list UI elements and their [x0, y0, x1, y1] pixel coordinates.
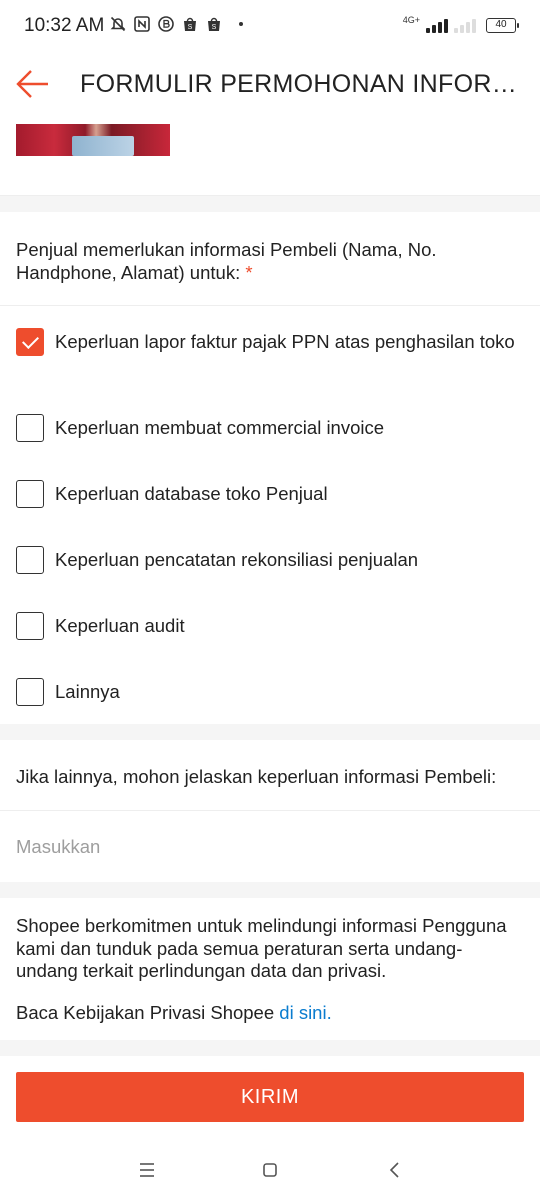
home-button[interactable]: [250, 1154, 290, 1186]
status-icons: S S: [110, 16, 222, 32]
option-label: Keperluan audit: [55, 615, 185, 636]
privacy-section: Shopee berkomitmen untuk melindungi info…: [0, 898, 540, 1040]
option-label: Keperluan pencatatan rekonsiliasi penjua…: [55, 549, 419, 570]
option-label: Keperluan database toko Penjual: [55, 483, 328, 504]
shopee-app-icon-2: S: [208, 17, 220, 31]
notifications-muted-icon: [110, 16, 126, 32]
battery-icon: 40: [486, 18, 519, 33]
other-reason-section: Jika lainnya, mohon jelaskan keperluan i…: [0, 740, 540, 882]
option-other[interactable]: Lainnya: [16, 678, 526, 706]
shopee-app-icon: S: [184, 17, 196, 31]
recent-apps-icon: [140, 1163, 154, 1177]
purpose-question: Penjual memerlukan informasi Pembeli (Na…: [16, 238, 516, 284]
submit-button[interactable]: KIRIM: [16, 1072, 524, 1122]
option-label: Keperluan membuat commercial invoice: [55, 417, 385, 438]
recent-apps-button[interactable]: [127, 1154, 167, 1186]
checkbox[interactable]: [16, 414, 44, 442]
status-right: 4G+ 40: [402, 15, 519, 33]
network-type: 4G+: [402, 15, 420, 25]
question-text: Penjual memerlukan informasi Pembeli (Na…: [16, 239, 437, 283]
uploaded-id-photo[interactable]: [16, 124, 170, 156]
other-reason-label: Jika lainnya, mohon jelaskan keperluan i…: [16, 766, 497, 787]
b-badge-icon: [158, 16, 174, 32]
svg-text:S: S: [212, 24, 217, 31]
system-back-button[interactable]: [375, 1154, 415, 1186]
option-label: Keperluan lapor faktur pajak PPN atas pe…: [55, 331, 515, 352]
option-reconciliation[interactable]: Keperluan pencatatan rekonsiliasi penjua…: [16, 546, 526, 574]
system-nav-bar: [0, 1142, 540, 1200]
footer: KIRIM: [0, 1056, 540, 1142]
privacy-policy-line: Baca Kebijakan Privasi Shopee di sini.: [16, 1002, 332, 1024]
dot-icon: [239, 22, 243, 26]
back-icon: [389, 1162, 399, 1178]
arrow-left-icon: [16, 70, 48, 98]
nfc-icon: [134, 16, 150, 32]
status-bar: 10:32 AM S S 4G+ 40: [0, 0, 540, 52]
page-title: FORMULIR PERMOHONAN INFORMASI PEMBELI: [80, 70, 520, 98]
signal-strength-2-icon: [454, 17, 476, 33]
option-label: Lainnya: [55, 681, 120, 702]
uploaded-photo-section: [0, 118, 540, 196]
other-reason-input[interactable]: [16, 832, 524, 862]
divider: [0, 810, 540, 811]
privacy-policy-prefix: Baca Kebijakan Privasi Shopee: [16, 1002, 280, 1023]
signal-strength-icon: [426, 17, 448, 33]
option-database[interactable]: Keperluan database toko Penjual: [16, 480, 526, 508]
purpose-question-section: Penjual memerlukan informasi Pembeli (Na…: [0, 212, 540, 724]
header: FORMULIR PERMOHONAN INFORMASI PEMBELI: [0, 52, 540, 118]
privacy-policy-link[interactable]: di sini.: [279, 1002, 331, 1023]
option-commercial-invoice[interactable]: Keperluan membuat commercial invoice: [16, 414, 526, 442]
status-time: 10:32 AM: [24, 15, 105, 36]
back-button[interactable]: [14, 66, 54, 102]
checkbox[interactable]: [16, 480, 44, 508]
checkbox[interactable]: [16, 612, 44, 640]
checkbox[interactable]: [16, 546, 44, 574]
option-audit[interactable]: Keperluan audit: [16, 612, 526, 640]
id-card-image: [72, 136, 134, 156]
checkbox[interactable]: [16, 678, 44, 706]
battery-level: 40: [495, 19, 507, 30]
required-mark: *: [245, 262, 253, 283]
divider: [0, 305, 540, 306]
checkbox-checked[interactable]: [16, 328, 44, 356]
privacy-statement: Shopee berkomitmen untuk melindungi info…: [16, 915, 507, 981]
svg-text:S: S: [188, 24, 193, 31]
option-tax-invoice[interactable]: Keperluan lapor faktur pajak PPN atas pe…: [16, 328, 526, 356]
home-icon: [263, 1163, 277, 1177]
